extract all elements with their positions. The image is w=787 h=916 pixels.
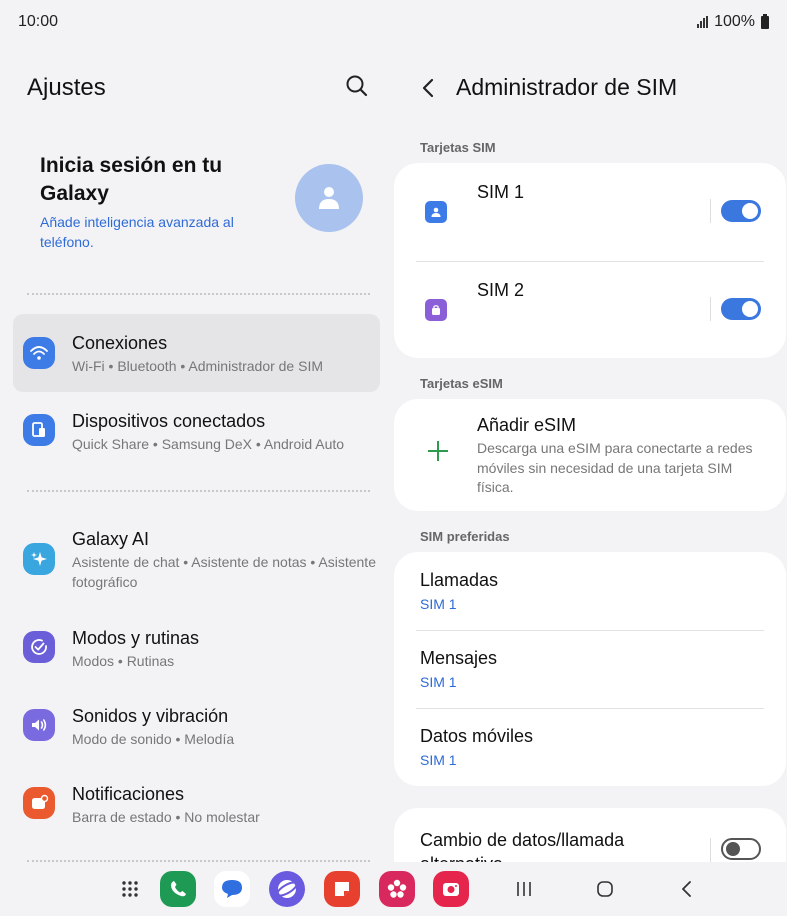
preferred-sim-card: Llamadas SIM 1 Mensajes SIM 1 Datos móvi… <box>394 552 786 786</box>
sim-row[interactable]: SIM 2 <box>394 261 786 359</box>
status-bar: 10:00 100% <box>0 0 787 44</box>
person-icon <box>319 187 339 209</box>
back-nav-icon[interactable] <box>674 876 700 902</box>
menu-item-title: Modos y rutinas <box>72 628 200 648</box>
settings-pane: Ajustes Inicia sesión en tu Galaxy Añade… <box>0 44 393 862</box>
samsung-account-card[interactable]: Inicia sesión en tu Galaxy Añade intelig… <box>40 152 370 252</box>
pref-row-datos-moviles[interactable]: Datos móviles SIM 1 <box>394 708 786 786</box>
notes-app-icon[interactable] <box>324 871 360 907</box>
menu-item-title: Galaxy AI <box>72 529 150 549</box>
sim-label: SIM 2 <box>477 280 525 300</box>
data-switch-card[interactable]: Cambio de datos/llamada alternativa <box>394 808 786 862</box>
menu-item-dispositivos-conectados[interactable]: Dispositivos conectados Quick Share • Sa… <box>13 392 380 470</box>
recent-apps-icon[interactable] <box>511 876 537 902</box>
signal-icon <box>697 16 709 28</box>
page-title: Administrador de SIM <box>456 74 678 100</box>
battery-icon <box>761 13 769 29</box>
menu-item-conexiones[interactable]: Conexiones Wi-Fi • Bluetooth • Administr… <box>13 314 380 392</box>
battery-level: 100% <box>714 13 755 30</box>
divider <box>27 490 370 492</box>
data-switch-toggle[interactable] <box>721 838 761 860</box>
gallery-app-icon[interactable] <box>379 871 415 907</box>
menu-item-subtitle: Wi-Fi • Bluetooth • Administrador de SIM <box>72 358 324 374</box>
browser-app-icon[interactable] <box>269 871 305 907</box>
menu-item-title: Dispositivos conectados <box>72 411 266 431</box>
section-label-sim: Tarjetas SIM <box>420 140 496 155</box>
pref-value: SIM 1 <box>420 674 457 690</box>
divider <box>710 838 711 862</box>
pref-row-mensajes[interactable]: Mensajes SIM 1 <box>394 630 786 708</box>
apps-grid-icon[interactable] <box>117 876 143 902</box>
sim-card-icon <box>425 201 447 223</box>
menu-item-sonidos-vibracion[interactable]: Sonidos y vibración Modo de sonido • Mel… <box>13 687 380 765</box>
divider <box>27 293 370 295</box>
avatar[interactable] <box>295 164 363 232</box>
sparkle-icon <box>23 543 55 575</box>
sim-row[interactable]: SIM 1 <box>394 163 786 261</box>
wifi-icon <box>23 337 55 369</box>
divider <box>710 199 711 223</box>
messages-app-icon[interactable] <box>214 871 250 907</box>
section-label-esim: Tarjetas eSIM <box>420 376 503 391</box>
menu-item-subtitle: Modos • Rutinas <box>72 653 175 669</box>
sim-card-icon <box>425 299 447 321</box>
menu-item-title: Notificaciones <box>72 784 185 804</box>
taskbar <box>0 862 787 916</box>
status-time: 10:00 <box>18 13 59 30</box>
camera-app-icon[interactable] <box>433 871 469 907</box>
pref-value: SIM 1 <box>420 596 457 612</box>
status-icons: 100% <box>697 13 769 31</box>
section-label-preferred: SIM preferidas <box>420 529 510 544</box>
speaker-icon <box>23 709 55 741</box>
pref-title: Mensajes <box>420 648 498 668</box>
devices-icon <box>23 414 55 446</box>
sim1-toggle[interactable] <box>721 200 761 222</box>
phone-app-icon[interactable] <box>160 871 196 907</box>
sim2-toggle[interactable] <box>721 298 761 320</box>
menu-item-subtitle: Modo de sonido • Melodía <box>72 731 235 747</box>
menu-item-modos-rutinas[interactable]: Modos y rutinas Modos • Rutinas <box>13 609 380 687</box>
pref-title: Llamadas <box>420 570 499 590</box>
add-esim-card[interactable]: Añadir eSIM Descarga una eSIM para conec… <box>394 399 786 511</box>
profile-title: Inicia sesión en tu Galaxy <box>40 154 223 205</box>
search-icon[interactable] <box>343 72 371 100</box>
pref-value: SIM 1 <box>420 752 457 768</box>
pref-title: Datos móviles <box>420 726 534 746</box>
menu-item-subtitle: Quick Share • Samsung DeX • Android Auto <box>72 436 345 452</box>
plus-icon <box>426 439 450 463</box>
sim-cards-card: SIM 1 SIM 2 <box>394 163 786 358</box>
menu-item-galaxy-ai[interactable]: Galaxy AI Asistente de chat • Asistente … <box>13 510 380 608</box>
sim-label: SIM 1 <box>477 182 525 202</box>
back-arrow-icon[interactable] <box>415 74 443 102</box>
menu-item-notificaciones[interactable]: Notificaciones Barra de estado • No mole… <box>13 765 380 843</box>
sim-manager-pane: Administrador de SIM Tarjetas SIM SIM 1 … <box>393 44 787 862</box>
profile-subtitle: Añade inteligencia avanzada al teléfono. <box>40 214 234 250</box>
data-switch-title: Cambio de datos/llamada alternativa <box>420 830 625 862</box>
pref-row-llamadas[interactable]: Llamadas SIM 1 <box>394 552 786 630</box>
menu-item-subtitle: Asistente de chat • Asistente de notas •… <box>72 554 376 590</box>
menu-item-title: Sonidos y vibración <box>72 706 229 726</box>
home-icon[interactable] <box>592 876 618 902</box>
notification-icon <box>23 787 55 819</box>
add-esim-title: Añadir eSIM <box>477 415 577 435</box>
menu-item-title: Conexiones <box>72 333 168 353</box>
menu-item-subtitle: Barra de estado • No molestar <box>72 809 260 825</box>
check-circle-icon <box>23 631 55 663</box>
settings-title: Ajustes <box>27 74 106 101</box>
add-esim-subtitle: Descarga una eSIM para conectarte a rede… <box>477 440 753 495</box>
divider <box>710 297 711 321</box>
